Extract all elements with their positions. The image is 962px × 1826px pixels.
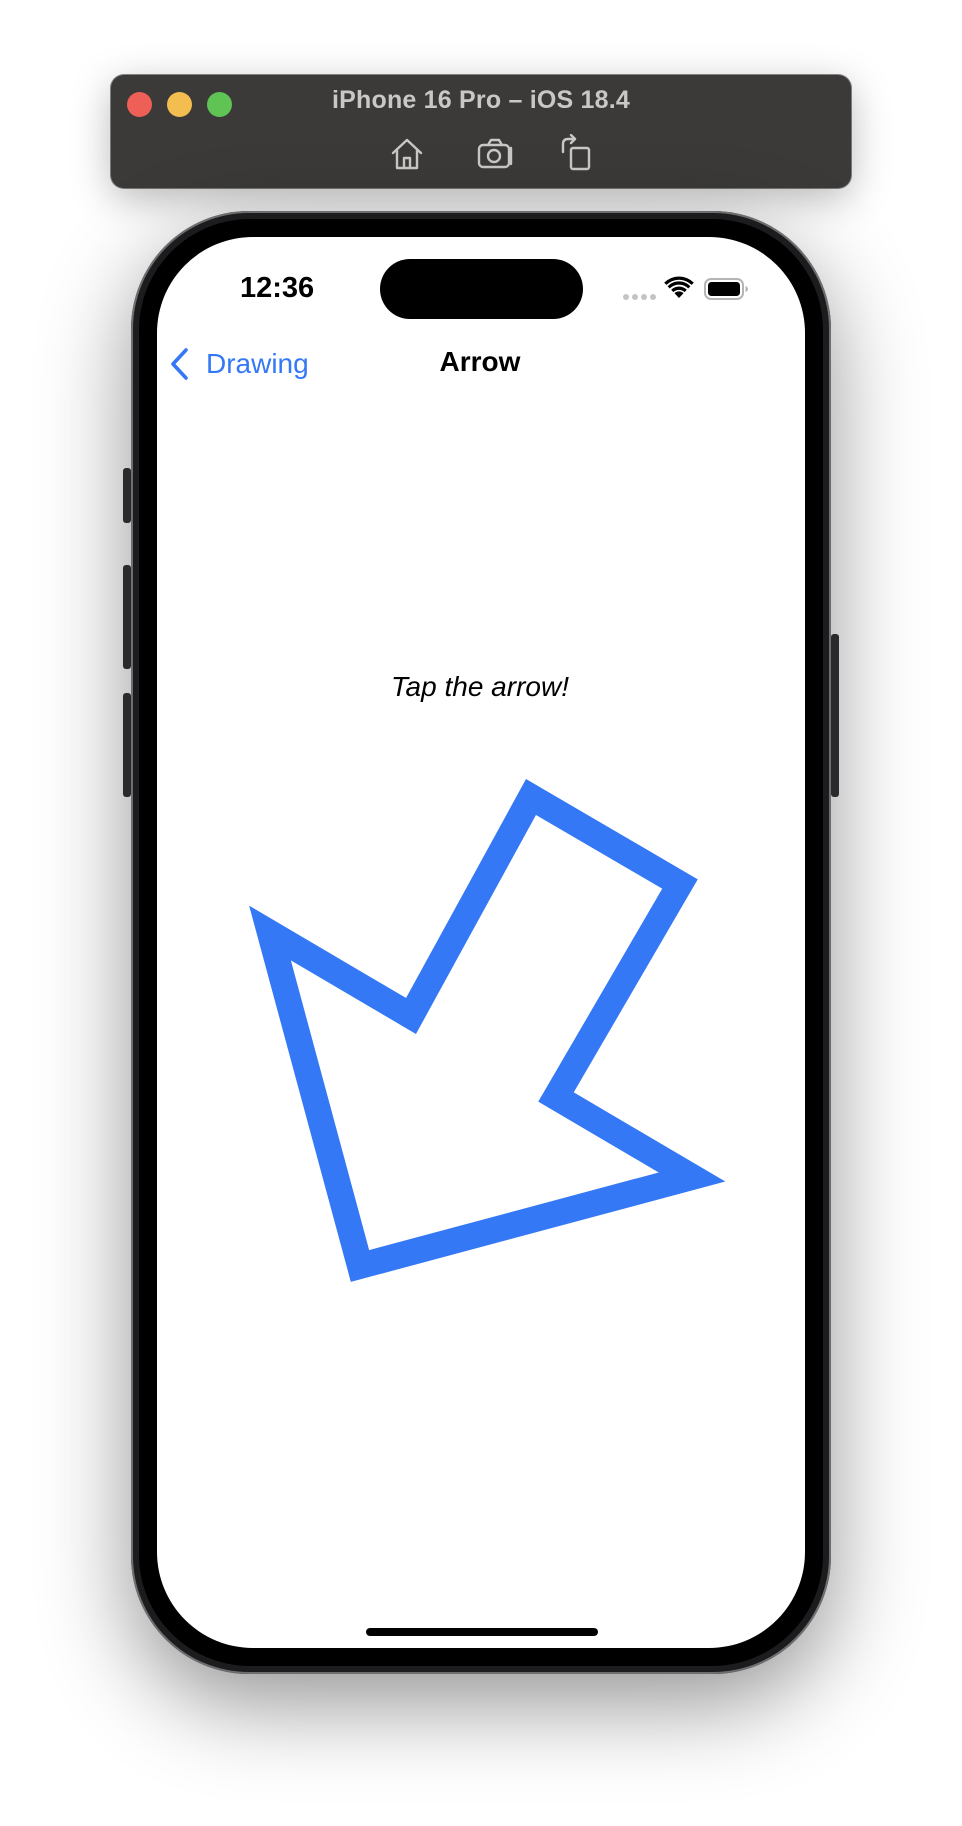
- volume-down-button[interactable]: [123, 693, 131, 797]
- volume-up-button[interactable]: [123, 565, 131, 669]
- home-indicator[interactable]: [366, 1628, 598, 1636]
- cellular-signal-icon: [622, 293, 658, 301]
- simulator-title: iPhone 16 Pro – iOS 18.4: [332, 86, 630, 114]
- action-button[interactable]: [123, 468, 131, 523]
- phone-screen: [157, 237, 805, 1648]
- back-button[interactable]: Drawing: [168, 344, 309, 384]
- dynamic-island: [380, 259, 583, 319]
- side-button[interactable]: [831, 634, 839, 797]
- page-title: Arrow: [439, 346, 521, 377]
- hint-text: Tap the arrow!: [391, 671, 569, 702]
- wifi-icon: [664, 276, 694, 300]
- rotate-icon[interactable]: [557, 134, 597, 174]
- chevron-left-icon: [171, 348, 188, 380]
- status-time: 12:36: [240, 272, 315, 304]
- home-icon[interactable]: [387, 134, 427, 174]
- battery-icon: [704, 277, 750, 301]
- back-button-label: Drawing: [206, 348, 309, 379]
- screenshot-icon[interactable]: [475, 134, 515, 174]
